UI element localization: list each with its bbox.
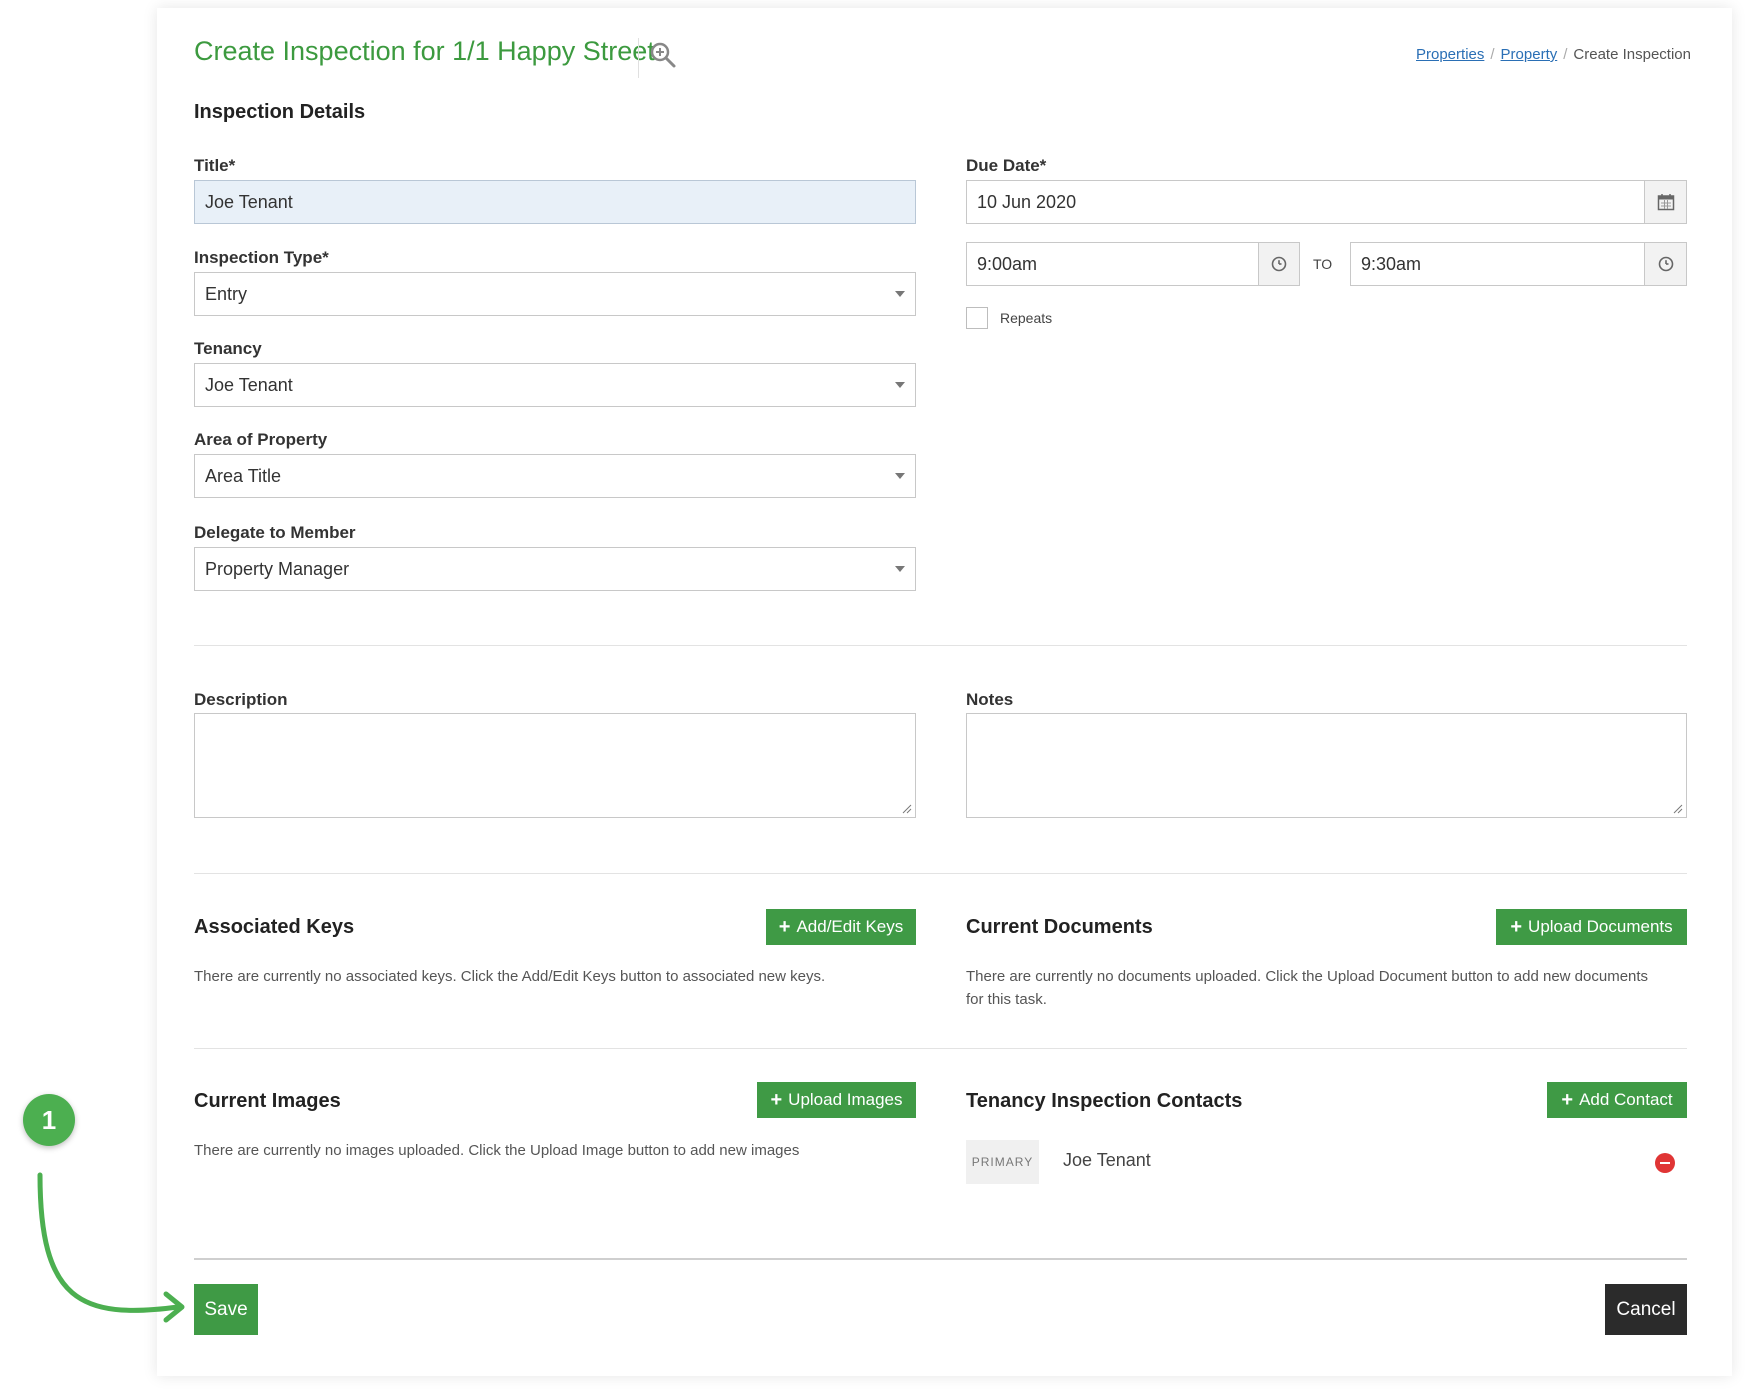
area-select[interactable]: Area Title (194, 454, 916, 498)
repeats-label: Repeats (1000, 310, 1053, 326)
due-date-input[interactable]: 10 Jun 2020 (966, 180, 1645, 224)
clock-icon (1658, 256, 1673, 272)
add-edit-keys-label: Add/Edit Keys (796, 917, 904, 936)
add-contact-button[interactable]: + Add Contact (1547, 1082, 1687, 1118)
divider (194, 873, 1687, 874)
divider (194, 645, 1687, 646)
current-documents-heading: Current Documents (966, 916, 1153, 938)
upload-images-label: Upload Images (788, 1090, 903, 1109)
start-time-value: 9:00am (977, 253, 1038, 274)
start-time-clock-button[interactable] (1258, 242, 1300, 286)
images-empty-text: There are currently no images uploaded. … (194, 1142, 800, 1159)
add-edit-keys-button[interactable]: + Add/Edit Keys (766, 909, 916, 945)
end-time-input[interactable]: 9:30am (1350, 242, 1645, 286)
title-input[interactable]: Joe Tenant (194, 180, 916, 224)
plus-icon: + (770, 1089, 783, 1111)
to-label: TO (1313, 256, 1333, 272)
resize-grip-icon[interactable] (902, 804, 912, 814)
divider (194, 1048, 1687, 1049)
repeats-checkbox[interactable] (966, 307, 988, 329)
upload-documents-button[interactable]: + Upload Documents (1496, 909, 1687, 945)
breadcrumb-separator: / (1563, 46, 1568, 63)
chevron-down-icon (895, 566, 905, 572)
keys-empty-text: There are currently no associated keys. … (194, 968, 826, 985)
upload-documents-label: Upload Documents (1528, 917, 1673, 936)
due-date-value: 10 Jun 2020 (977, 191, 1077, 212)
notes-textarea[interactable] (966, 713, 1687, 818)
description-textarea[interactable] (194, 713, 916, 818)
breadcrumb-link-property[interactable]: Property (1501, 46, 1558, 63)
resize-grip-icon[interactable] (1673, 804, 1683, 814)
chevron-down-icon (895, 382, 905, 388)
plus-icon: + (1510, 916, 1523, 938)
breadcrumb-separator: / (1490, 46, 1495, 63)
chevron-down-icon (895, 291, 905, 297)
calendar-icon (1657, 194, 1674, 211)
remove-icon[interactable] (1655, 1153, 1675, 1173)
tenancy-select[interactable]: Joe Tenant (194, 363, 916, 407)
plus-icon: + (778, 916, 791, 938)
calendar-button[interactable] (1644, 180, 1687, 224)
cancel-button[interactable]: Cancel (1605, 1284, 1687, 1335)
zoom-in-icon[interactable] (648, 40, 678, 70)
divider (194, 1258, 1687, 1260)
primary-badge: PRIMARY (966, 1140, 1039, 1184)
arrow-icon (37, 1172, 185, 1323)
notes-label: Notes (966, 690, 1014, 709)
inspection-type-select[interactable]: Entry (194, 272, 916, 316)
end-time-clock-button[interactable] (1644, 242, 1687, 286)
clock-icon (1271, 256, 1287, 272)
breadcrumb-link-properties[interactable]: Properties (1416, 46, 1484, 63)
end-time-value: 9:30am (1361, 253, 1422, 274)
title-divider (638, 38, 639, 78)
add-contact-label: Add Contact (1579, 1090, 1673, 1109)
breadcrumb-current: Create Inspection (1573, 46, 1691, 63)
start-time-input[interactable]: 9:00am (966, 242, 1259, 286)
breadcrumb: Properties / Property / Create Inspection (1416, 46, 1691, 63)
contact-name: Joe Tenant (1063, 1150, 1151, 1170)
documents-empty-text: There are currently no documents uploade… (966, 968, 1649, 1008)
page-title: Create Inspection for 1/1 Happy Street (194, 36, 655, 66)
plus-icon: + (1561, 1089, 1574, 1111)
upload-images-button[interactable]: + Upload Images (757, 1082, 916, 1118)
delegate-select[interactable]: Property Manager (194, 547, 916, 591)
chevron-down-icon (895, 473, 905, 479)
due-date-label: Due Date* (966, 156, 1047, 175)
contacts-heading: Tenancy Inspection Contacts (966, 1090, 1243, 1112)
